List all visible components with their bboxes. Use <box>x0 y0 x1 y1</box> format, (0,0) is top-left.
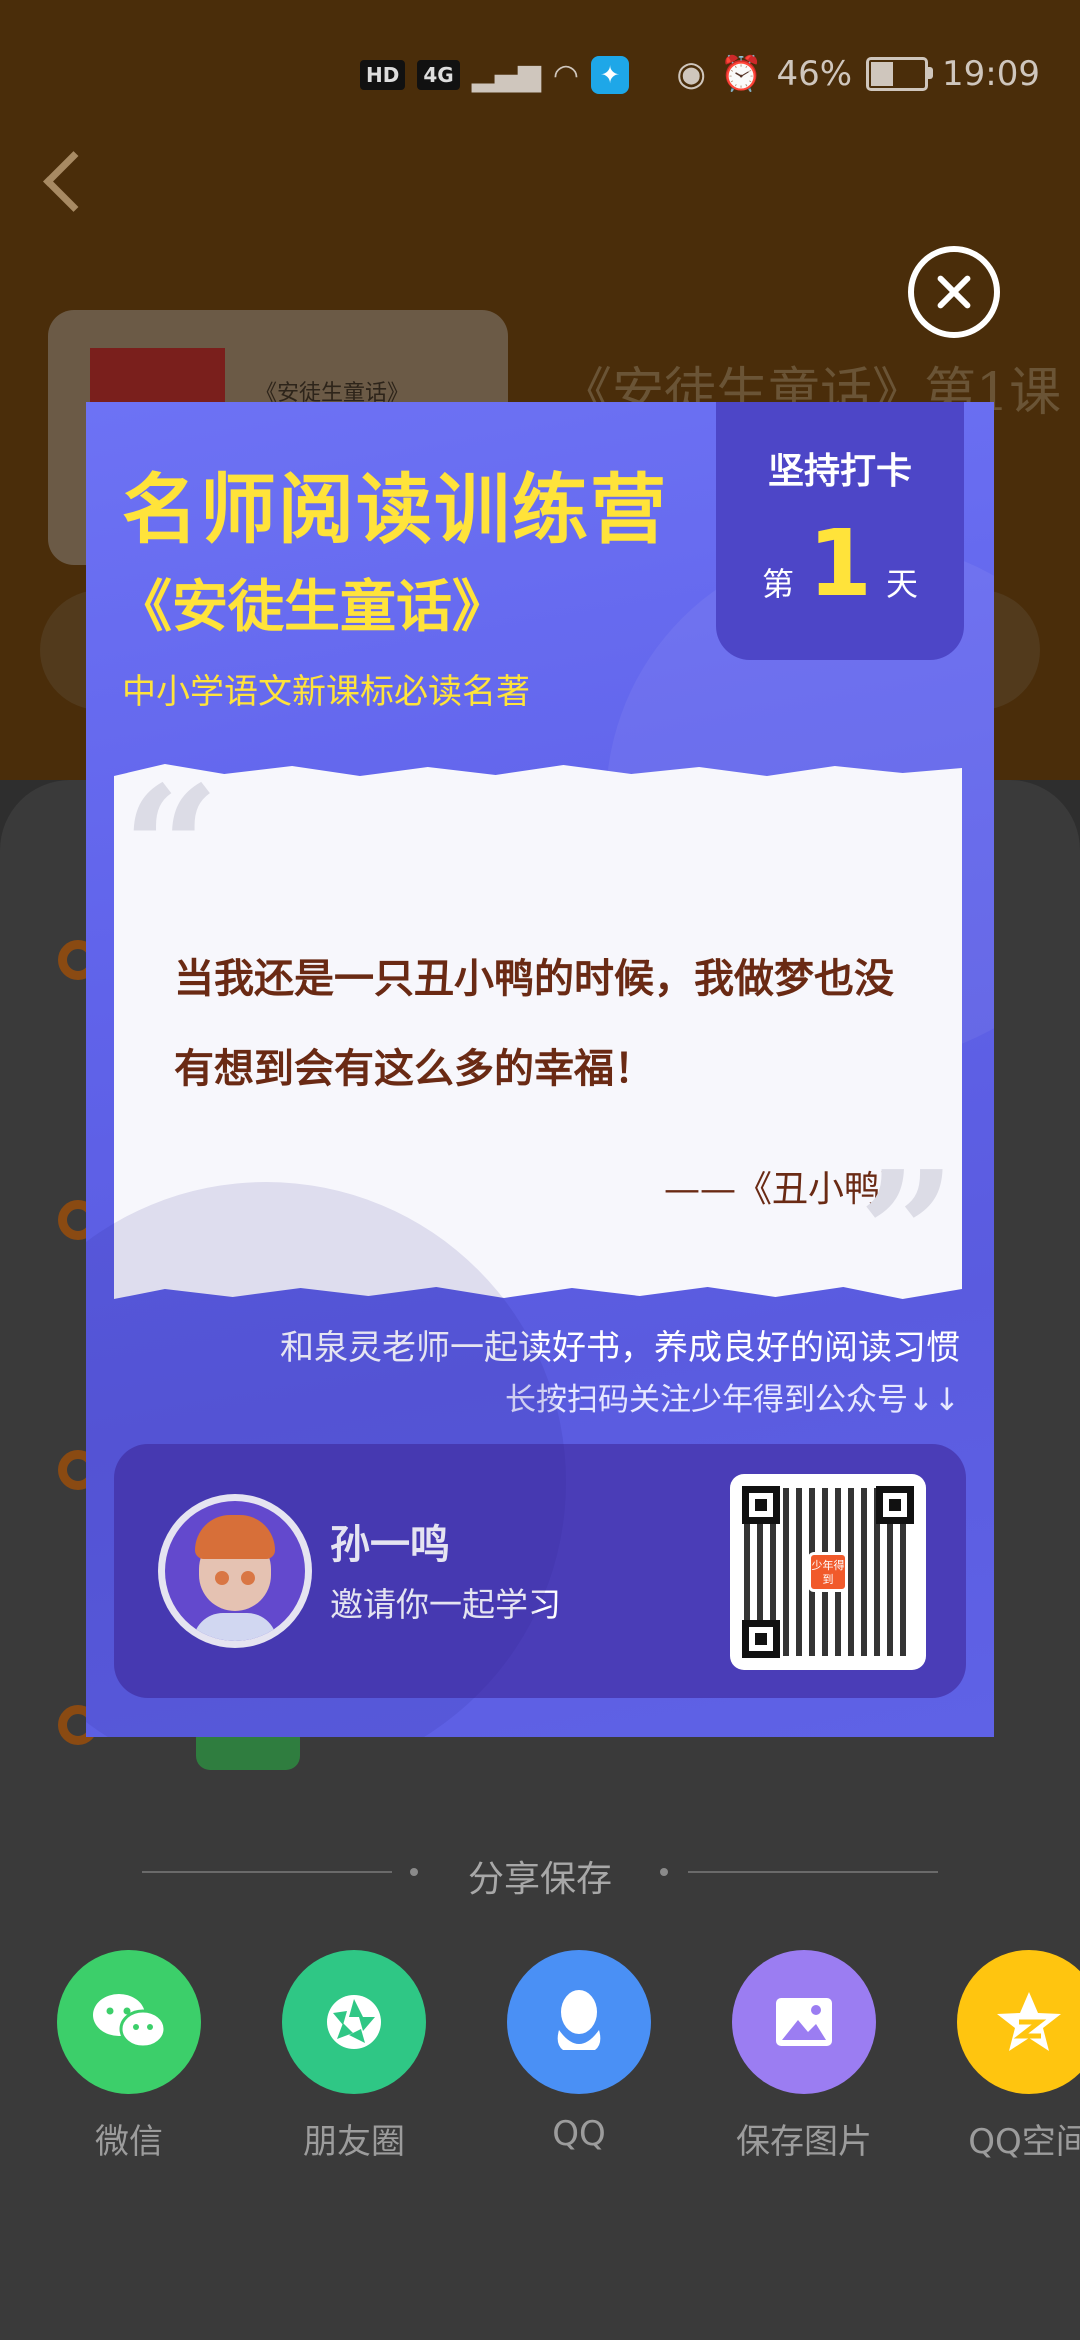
signal-icon: ▂▄▆ <box>471 57 541 93</box>
share-wechat-label: 微信 <box>95 2122 163 2162</box>
clock: 19:09 <box>942 54 1040 94</box>
checkin-day-number: 1 <box>807 510 872 617</box>
avatar <box>158 1494 312 1648</box>
battery-percent: 46% <box>776 54 853 94</box>
qzone-icon <box>957 1950 1080 2094</box>
share-qzone-button[interactable]: QQ空间 <box>939 1950 1080 2163</box>
qr-code[interactable]: 少年得到 <box>730 1474 926 1670</box>
share-title: 分享保存 <box>467 1859 612 1900</box>
hd-indicator: HD <box>360 60 406 90</box>
quote-text: 当我还是一只丑小鸭的时候，我做梦也没有想到会有这么多的幸福！ <box>174 955 894 1092</box>
battery-icon <box>866 57 934 91</box>
invite-card: 孙一鸣 邀请你一起学习 少年得到 <box>114 1444 966 1698</box>
checkin-day-suffix: 天 <box>886 565 919 603</box>
bulb-icon: ✦ <box>591 56 630 94</box>
poster-title: 名师阅读训练营 <box>122 465 668 554</box>
share-moments-button[interactable]: 朋友圈 <box>264 1950 444 2163</box>
poster-scan-hint: 长按扫码关注少年得到公众号↓↓ <box>505 1382 960 1418</box>
wechat-icon <box>57 1950 201 2094</box>
checkin-label: 坚持打卡 <box>767 451 912 492</box>
share-header: 分享保存 <box>0 1842 1080 1902</box>
qq-icon <box>507 1950 651 2094</box>
save-image-label: 保存图片 <box>736 2122 872 2162</box>
image-icon <box>732 1950 876 2094</box>
poster-slogan: 和泉灵老师一起读好书，养成良好的阅读习惯 <box>280 1328 960 1368</box>
poster-subtitle: 中小学语文新课标必读名著 <box>122 672 530 712</box>
close-button[interactable] <box>908 246 1000 338</box>
alarm-icon: ⏰ <box>720 54 763 94</box>
qr-logo: 少年得到 <box>808 1552 848 1592</box>
inviter-name: 孙一鸣 <box>330 1522 450 1568</box>
share-poster[interactable]: 名师阅读训练营 《安徒生童话》 中小学语文新课标必读名著 坚持打卡 第 1 天 … <box>86 402 994 1737</box>
share-wechat-button[interactable]: 微信 <box>39 1950 219 2163</box>
poster-book-title: 《安徒生童话》 <box>116 574 508 640</box>
share-qq-label: QQ <box>552 2114 606 2154</box>
share-qzone-label: QQ空间 <box>968 2122 1080 2162</box>
share-qq-button[interactable]: QQ <box>489 1950 669 2154</box>
wifi-icon: ◠ <box>552 57 580 93</box>
eye-icon: ◉ <box>676 54 707 94</box>
save-image-button[interactable]: 保存图片 <box>714 1950 894 2163</box>
checkin-badge: 坚持打卡 第 1 天 <box>716 402 964 660</box>
close-quote-icon: ” <box>858 1134 956 1334</box>
quote-card: “ 当我还是一只丑小鸭的时候，我做梦也没有想到会有这么多的幸福！ ——《丑小鸭》… <box>114 764 962 1299</box>
share-moments-label: 朋友圈 <box>303 2122 405 2162</box>
status-bar: HD 4G ▂▄▆ ◠ ✦ ◉ ⏰ 46% 19:09 <box>0 40 1080 120</box>
open-quote-icon: “ <box>122 749 220 949</box>
network-indicator: 4G <box>417 60 460 90</box>
invite-message: 邀请你一起学习 <box>330 1585 561 1624</box>
checkin-day: 第 1 天 <box>716 518 964 610</box>
moments-icon <box>282 1950 426 2094</box>
checkin-day-prefix: 第 <box>761 565 794 603</box>
